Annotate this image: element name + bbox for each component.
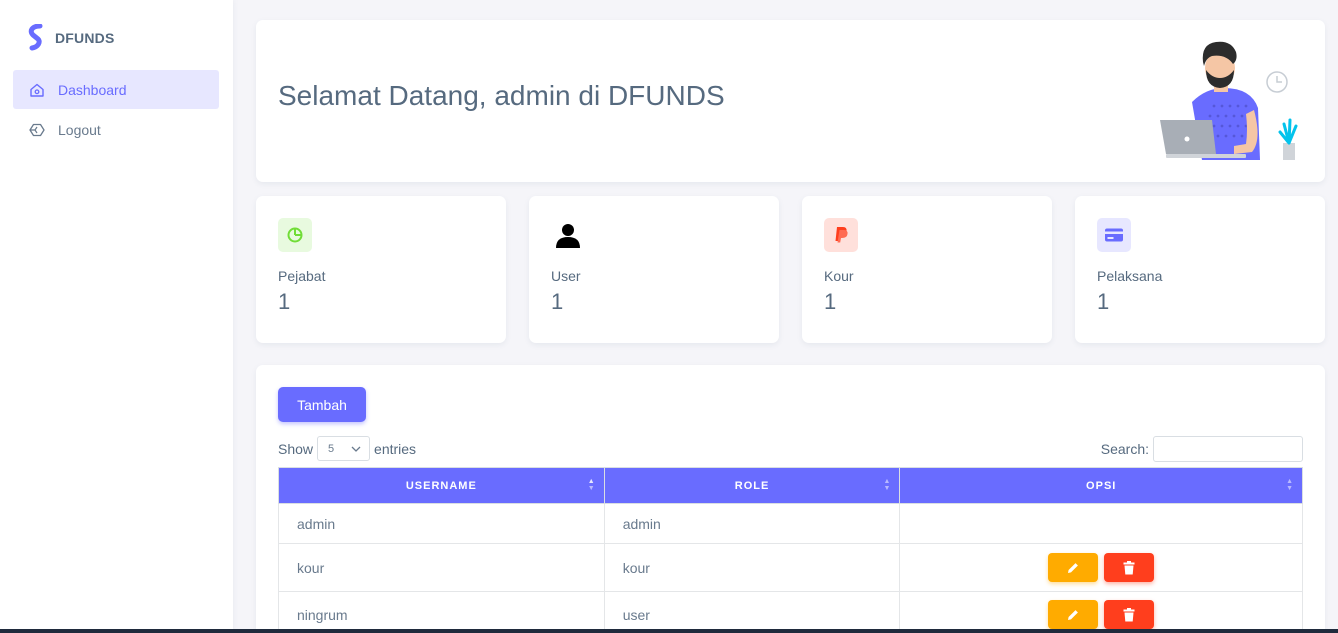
brand-name: DFUNDS [55, 30, 115, 46]
cell-opsi [899, 591, 1303, 633]
page-size-control: Show 5 entries [278, 436, 416, 461]
app-layout: DFUNDS Dashboard Logout Selamat Datang, … [0, 0, 1338, 633]
sidebar-item-logout[interactable]: Logout [13, 110, 219, 149]
sort-icon: ▲ ▼ [587, 478, 596, 492]
sort-icon: ▲ ▼ [883, 478, 892, 492]
users-table: USERNAME ▲ ▼ ROLE ▲ ▼ OPSI ▲ ▼ admin adm… [278, 467, 1303, 633]
column-header-username[interactable]: USERNAME ▲ ▼ [278, 467, 605, 504]
table-row: admin admin [278, 503, 1303, 544]
cell-username: kour [278, 543, 605, 592]
sidebar: DFUNDS Dashboard Logout [0, 0, 233, 633]
cell-role: kour [603, 543, 901, 592]
search-label: Search: [1100, 441, 1149, 457]
stat-card-pejabat: Pejabat 1 [256, 196, 506, 343]
show-label: Show [278, 440, 314, 457]
table-row: kour kour [278, 543, 1303, 592]
column-header-role[interactable]: ROLE ▲ ▼ [603, 467, 901, 504]
column-header-opsi[interactable]: OPSI ▲ ▼ [899, 467, 1303, 504]
entries-label: entries [374, 440, 417, 457]
stat-value: 1 [278, 289, 291, 314]
cell-opsi [899, 503, 1303, 544]
trash-icon [1123, 560, 1135, 574]
cell-opsi [899, 543, 1303, 592]
stat-label: Kour [824, 268, 854, 284]
user-icon [551, 218, 585, 252]
edit-button[interactable] [1048, 600, 1099, 629]
pencil-icon [1068, 609, 1079, 620]
cell-role: user [603, 591, 901, 633]
cell-username: admin [278, 503, 605, 544]
sidebar-item-label: Logout [58, 121, 101, 138]
stat-label: Pelaksana [1097, 268, 1163, 284]
stat-label: User [551, 268, 581, 284]
welcome-title: Selamat Datang, admin di DFUNDS [278, 80, 725, 111]
search-control: Search: [1101, 436, 1303, 462]
edit-button[interactable] [1048, 553, 1099, 582]
brand-logo-icon [28, 24, 43, 51]
table-header-row: USERNAME ▲ ▼ ROLE ▲ ▼ OPSI ▲ ▼ [278, 467, 1303, 504]
stat-value: 1 [551, 289, 564, 314]
cell-role: admin [603, 503, 901, 544]
trash-icon [1123, 607, 1135, 621]
home-icon [30, 83, 44, 97]
cell-username: ningrum [278, 591, 605, 633]
sidebar-item-dashboard[interactable]: Dashboard [13, 70, 219, 109]
page-size-select[interactable]: 5 [317, 436, 371, 461]
taskbar-edge [0, 629, 1338, 633]
delete-button[interactable] [1104, 600, 1155, 629]
stat-value: 1 [824, 289, 837, 314]
stat-label: Pejabat [278, 268, 326, 284]
delete-button[interactable] [1104, 553, 1155, 582]
stat-card-pelaksana: Pelaksana 1 [1075, 196, 1325, 343]
sort-icon: ▲ ▼ [1286, 478, 1294, 492]
pencil-icon [1068, 562, 1079, 573]
brand[interactable]: DFUNDS [26, 24, 115, 52]
add-button[interactable]: Tambah [278, 387, 366, 422]
credit-card-icon [1097, 218, 1131, 252]
sidebar-item-label: Dashboard [58, 81, 127, 98]
table-row: ningrum user [278, 591, 1303, 633]
stat-card-user: User 1 [529, 196, 779, 343]
stat-value: 1 [1097, 289, 1110, 314]
man-with-laptop-illustration [1160, 41, 1298, 160]
stat-card-kour: Kour 1 [802, 196, 1052, 343]
pie-chart-icon [278, 218, 312, 252]
page-size-value: 5 [328, 442, 335, 455]
paypal-icon [824, 218, 858, 252]
search-input[interactable] [1153, 436, 1303, 462]
users-table-card: Tambah Show 5 entries Search: USERNAME ▲… [256, 365, 1325, 633]
chevron-down-icon [351, 446, 361, 452]
cube-icon [29, 123, 45, 136]
welcome-card: Selamat Datang, admin di DFUNDS [256, 20, 1325, 182]
